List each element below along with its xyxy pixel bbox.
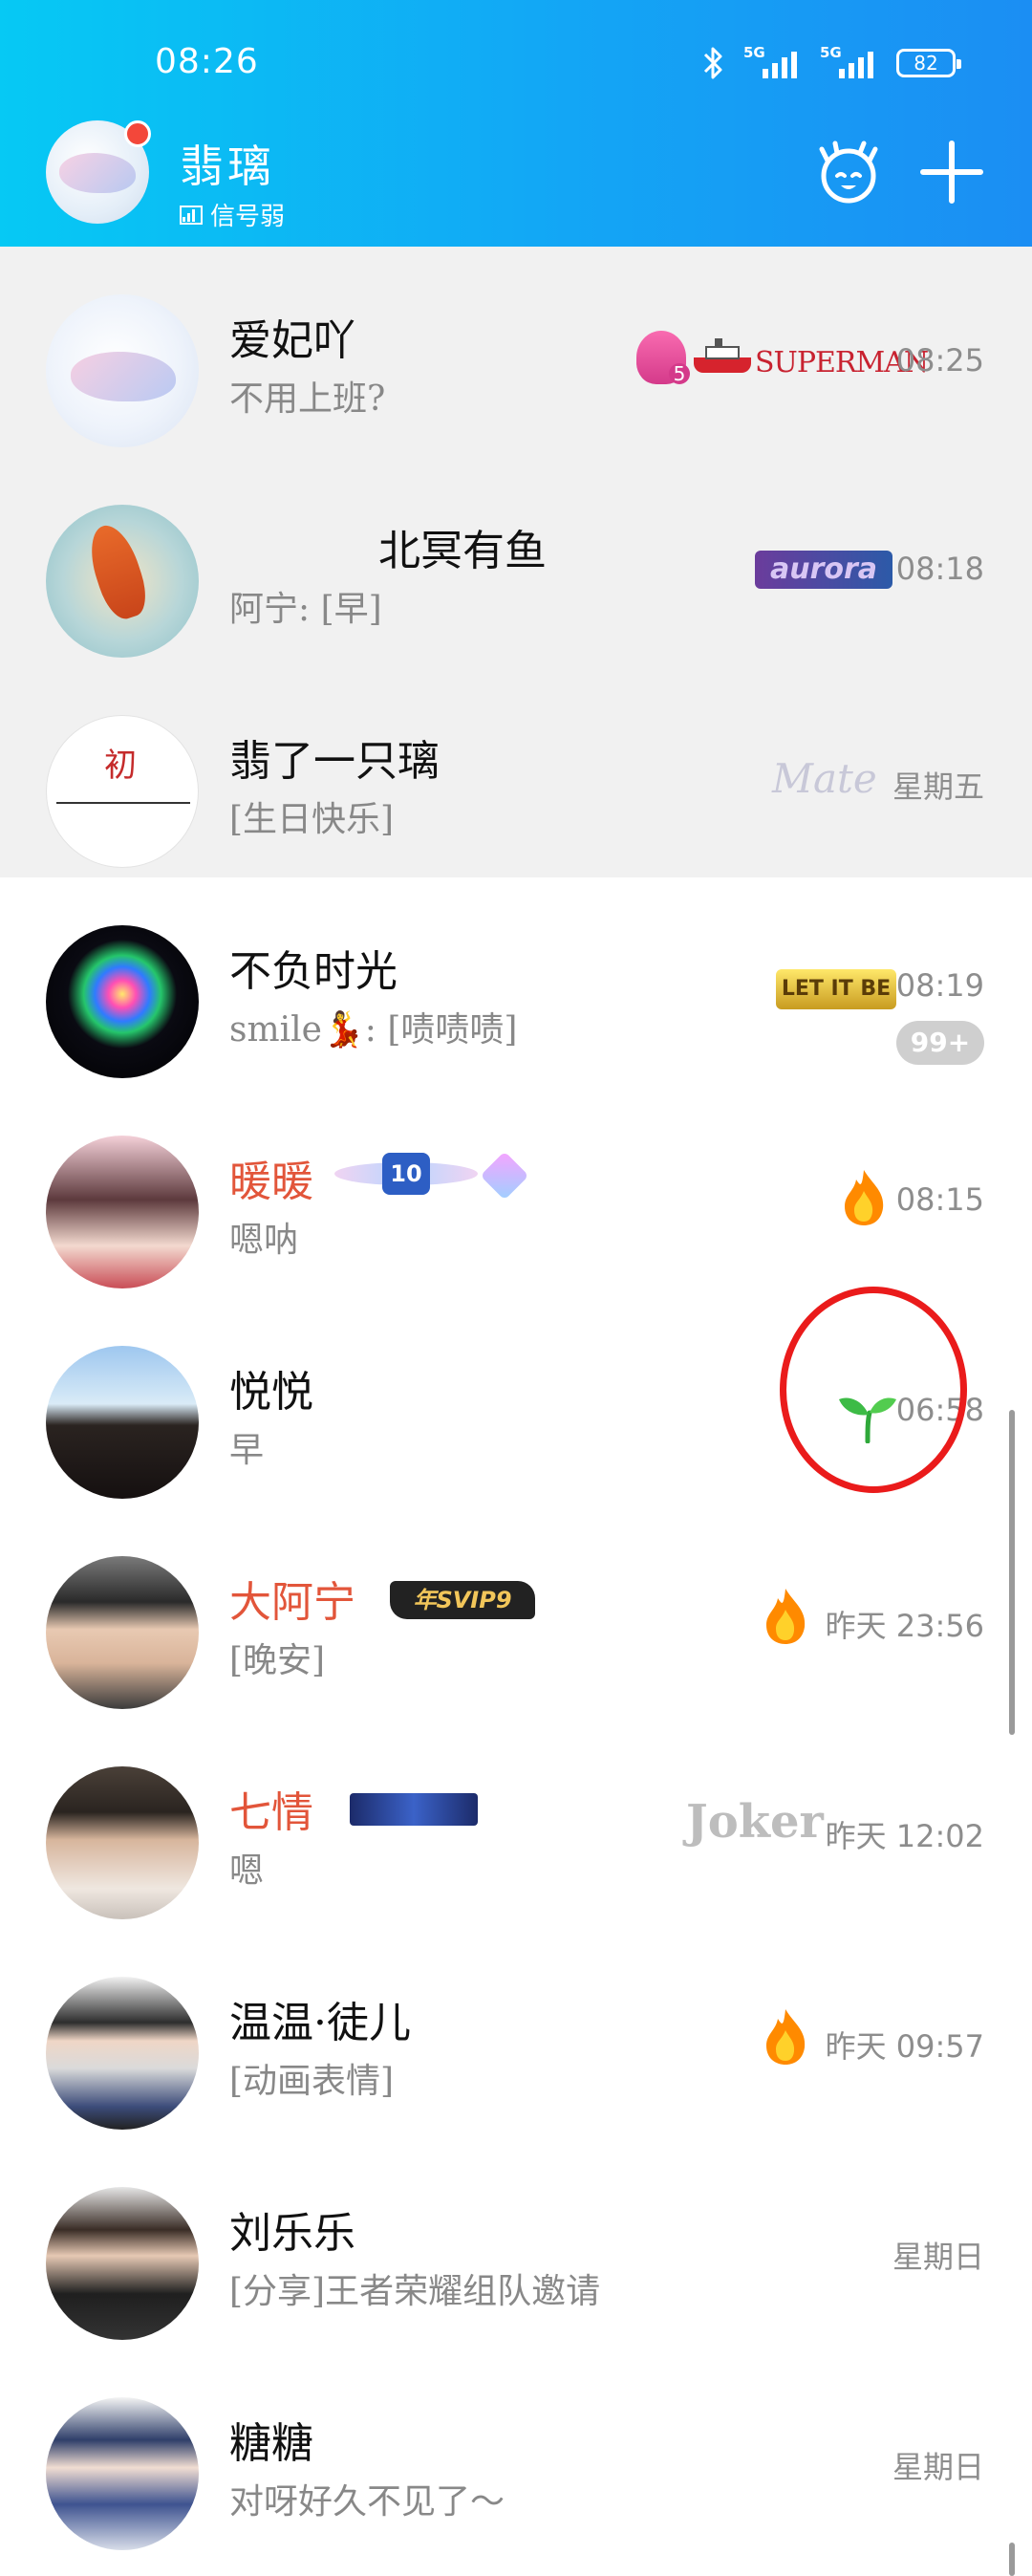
avatar[interactable]	[46, 1766, 199, 1919]
chat-message: 嗯呐	[229, 1221, 299, 1260]
avatar[interactable]	[46, 1136, 199, 1288]
avatar[interactable]	[46, 1977, 199, 2130]
profile-status-text: 信号弱	[210, 203, 286, 231]
unread-badge: 99+	[896, 1021, 984, 1065]
flame-badge	[845, 1170, 884, 1225]
level-label: 10	[382, 1153, 430, 1195]
chat-name: 七情	[229, 1788, 313, 1837]
status-icons: 5G 5G 82	[701, 44, 961, 82]
joker-badge: Joker	[686, 1795, 824, 1849]
chat-name: 悦悦	[229, 1368, 313, 1417]
chat-name: 翡了一只璃	[229, 737, 440, 786]
chat-time: 昨天 23:56	[825, 1608, 984, 1644]
chat-message: [晚安]	[229, 1641, 326, 1680]
chat-name: 暖暖	[229, 1158, 313, 1206]
svip9-badge: 年SVIP9	[390, 1581, 535, 1619]
notification-dot	[124, 120, 151, 147]
chat-message: 早	[229, 1431, 265, 1470]
chat-time: 08:19	[895, 967, 984, 1004]
avatar[interactable]	[46, 2187, 199, 2340]
vip-banner-badge	[350, 1793, 478, 1826]
chat-message: [动画表情]	[229, 2062, 395, 2101]
profile-status: 信号弱	[180, 197, 285, 232]
gem-badge	[480, 1151, 529, 1201]
chat-row[interactable]: 大阿宁 [晚安] 年SVIP9 昨天 23:56	[0, 1508, 1032, 1719]
chat-row[interactable]: 七情 嗯 Joker 昨天 12:02	[0, 1719, 1032, 1929]
chat-message: 对呀好久不见了～	[229, 2482, 505, 2522]
chat-row[interactable]: 初 翡了一只璃 [生日快乐] Mate 星期五	[0, 667, 1032, 877]
chat-name: 北冥有鱼	[378, 527, 547, 575]
flame-badge	[766, 1589, 806, 1644]
chat-message: [生日快乐]	[229, 800, 395, 839]
chat-message: smile💃: [啧啧啧]	[229, 1010, 518, 1050]
avatar[interactable]	[46, 2397, 199, 2550]
chat-message: 阿宁: [早]	[229, 590, 382, 629]
chat-name: 刘乐乐	[229, 2209, 355, 2258]
chat-time: 08:18	[895, 551, 984, 587]
level-10-badge: 10	[334, 1149, 478, 1199]
letitbe-badge: LET IT BE	[776, 969, 896, 1009]
chat-time: 星期五	[892, 768, 984, 805]
aurora-badge: aurora	[755, 551, 892, 589]
scrollbar-bottom[interactable]	[1009, 2543, 1015, 2576]
chat-time: 08:15	[895, 1181, 984, 1218]
chat-row[interactable]: 温温·徒儿 [动画表情] 昨天 09:57	[0, 1929, 1032, 2139]
chat-message: 不用上班?	[229, 379, 386, 419]
chat-message: [分享]王者荣耀组队邀请	[229, 2272, 601, 2311]
avatar[interactable]	[46, 1556, 199, 1709]
chat-time: 昨天 12:02	[825, 1818, 984, 1854]
chat-name: 温温·徒儿	[229, 1999, 411, 2047]
profile-name[interactable]: 翡璃	[180, 132, 275, 195]
signal-5g-icon: 5G	[820, 44, 879, 80]
chat-name: 糖糖	[229, 2419, 313, 2468]
status-bar: 08:26 5G 5G 82	[0, 0, 1032, 134]
annotation-circle	[780, 1287, 967, 1493]
chat-row[interactable]: 爱妃吖 不用上班? 5 SUPERMAN 08:25	[0, 247, 1032, 457]
chat-row[interactable]: 北冥有鱼 阿宁: [早] aurora 08:18	[0, 457, 1032, 667]
chat-name: 不负时光	[229, 947, 398, 996]
avatar[interactable]	[46, 505, 199, 658]
chat-row[interactable]: 暖暖 嗯呐 10 08:15	[0, 1088, 1032, 1298]
signal-5g-icon: 5G	[743, 44, 803, 80]
whale-icon	[59, 153, 136, 193]
app-header: 08:26 5G 5G 82 翡璃 信号弱	[0, 0, 1032, 247]
battery-icon: 82	[896, 49, 961, 77]
flame-badge	[766, 2009, 806, 2065]
chat-row[interactable]: 糖糖 对呀好久不见了～ 星期日	[0, 2349, 1032, 2560]
add-icon[interactable]	[917, 138, 986, 206]
scrollbar[interactable]	[1009, 1410, 1015, 1735]
chat-time: 昨天 09:57	[825, 2028, 984, 2065]
ship-badge	[694, 338, 751, 379]
chat-time: 08:25	[895, 342, 984, 379]
chat-row[interactable]: 不负时光 smile💃: [啧啧啧] LET IT BE 08:19 99+	[0, 877, 1032, 1088]
weak-signal-icon	[180, 205, 203, 225]
chat-row[interactable]: 刘乐乐 [分享]王者荣耀组队邀请 星期日	[0, 2139, 1032, 2349]
avatar[interactable]	[46, 925, 199, 1078]
face-icon[interactable]	[814, 138, 883, 206]
avatar[interactable]	[46, 1346, 199, 1499]
chat-name: 爱妃吖	[229, 316, 355, 365]
chat-message: 嗯	[229, 1851, 265, 1891]
flame-count-label: 5	[669, 363, 690, 384]
bluetooth-icon	[703, 47, 722, 79]
chat-time: 星期日	[892, 2239, 984, 2275]
status-time: 08:26	[155, 42, 259, 81]
avatar[interactable]	[46, 294, 199, 447]
chat-time: 星期日	[892, 2449, 984, 2485]
mate-badge: Mate	[772, 755, 877, 802]
avatar[interactable]: 初	[46, 715, 199, 868]
chat-name: 大阿宁	[229, 1578, 355, 1627]
